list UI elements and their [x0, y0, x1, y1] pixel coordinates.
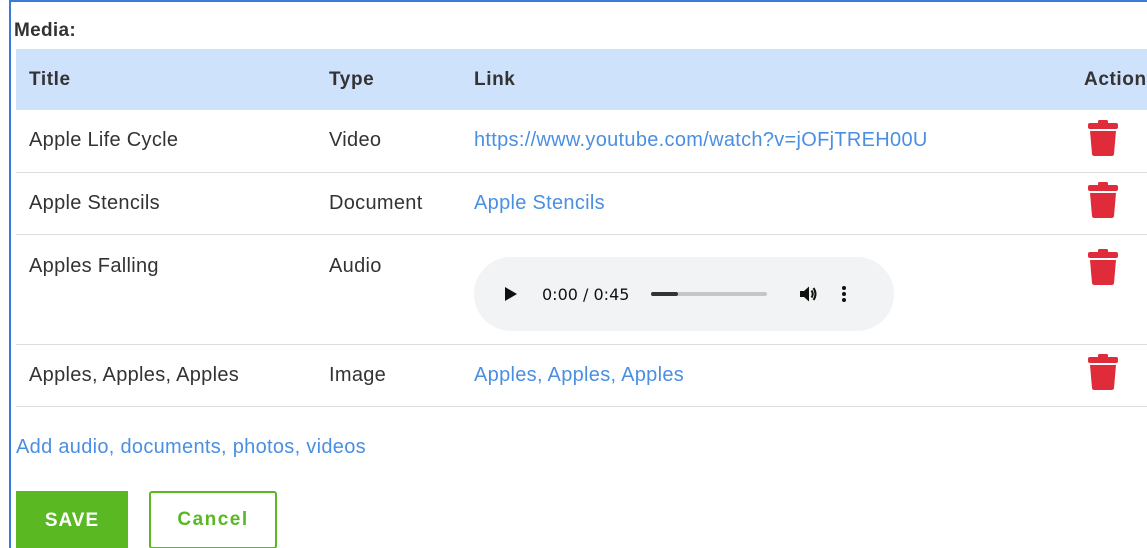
more-vertical-icon[interactable]: [841, 285, 847, 303]
table-row: Apples, Apples, Apples Image Apples, App…: [16, 344, 1147, 407]
audio-player: 0:00 / 0:45: [474, 257, 894, 331]
add-media-link[interactable]: Add audio, documents, photos, videos: [16, 436, 366, 459]
save-button[interactable]: SAVE: [16, 491, 128, 548]
column-header-type: Type: [329, 68, 375, 90]
column-header-link: Link: [474, 68, 516, 90]
media-link[interactable]: Apple Stencils: [474, 192, 605, 214]
media-panel: Media: Title Type Link Action Apple Life…: [9, 0, 1147, 548]
column-header-action: Action: [1084, 68, 1147, 90]
media-type: Video: [316, 110, 461, 173]
play-icon[interactable]: [502, 285, 520, 303]
cancel-button[interactable]: Cancel: [149, 491, 277, 548]
media-type: Audio: [316, 234, 461, 345]
audio-progress-bar[interactable]: [651, 292, 768, 296]
audio-progress-fill: [651, 292, 679, 296]
volume-icon[interactable]: [799, 285, 819, 303]
media-table: Title Type Link Action Apple Life Cycle …: [16, 49, 1147, 407]
media-type: Document: [316, 172, 461, 235]
table-header-row: Title Type Link Action: [16, 49, 1147, 110]
media-title: Apples, Apples, Apples: [16, 344, 316, 407]
section-title: Media:: [14, 20, 76, 41]
media-link[interactable]: Apples, Apples, Apples: [474, 364, 684, 386]
media-title: Apple Stencils: [16, 172, 316, 235]
table-row: Apples Falling Audio 0:00 / 0:45: [16, 234, 1147, 345]
media-link[interactable]: https://www.youtube.com/watch?v=jOFjTREH…: [474, 129, 928, 151]
column-header-title: Title: [29, 68, 71, 90]
trash-icon[interactable]: [1088, 354, 1118, 390]
media-type: Image: [316, 344, 461, 407]
trash-icon[interactable]: [1088, 248, 1118, 285]
media-title: Apple Life Cycle: [16, 110, 316, 173]
table-row: Apple Life Cycle Video https://www.youtu…: [16, 110, 1147, 173]
trash-icon[interactable]: [1088, 182, 1118, 218]
audio-time: 0:00 / 0:45: [542, 284, 630, 304]
table-row: Apple Stencils Document Apple Stencils: [16, 172, 1147, 235]
trash-icon[interactable]: [1088, 119, 1118, 156]
media-title: Apples Falling: [16, 234, 316, 345]
